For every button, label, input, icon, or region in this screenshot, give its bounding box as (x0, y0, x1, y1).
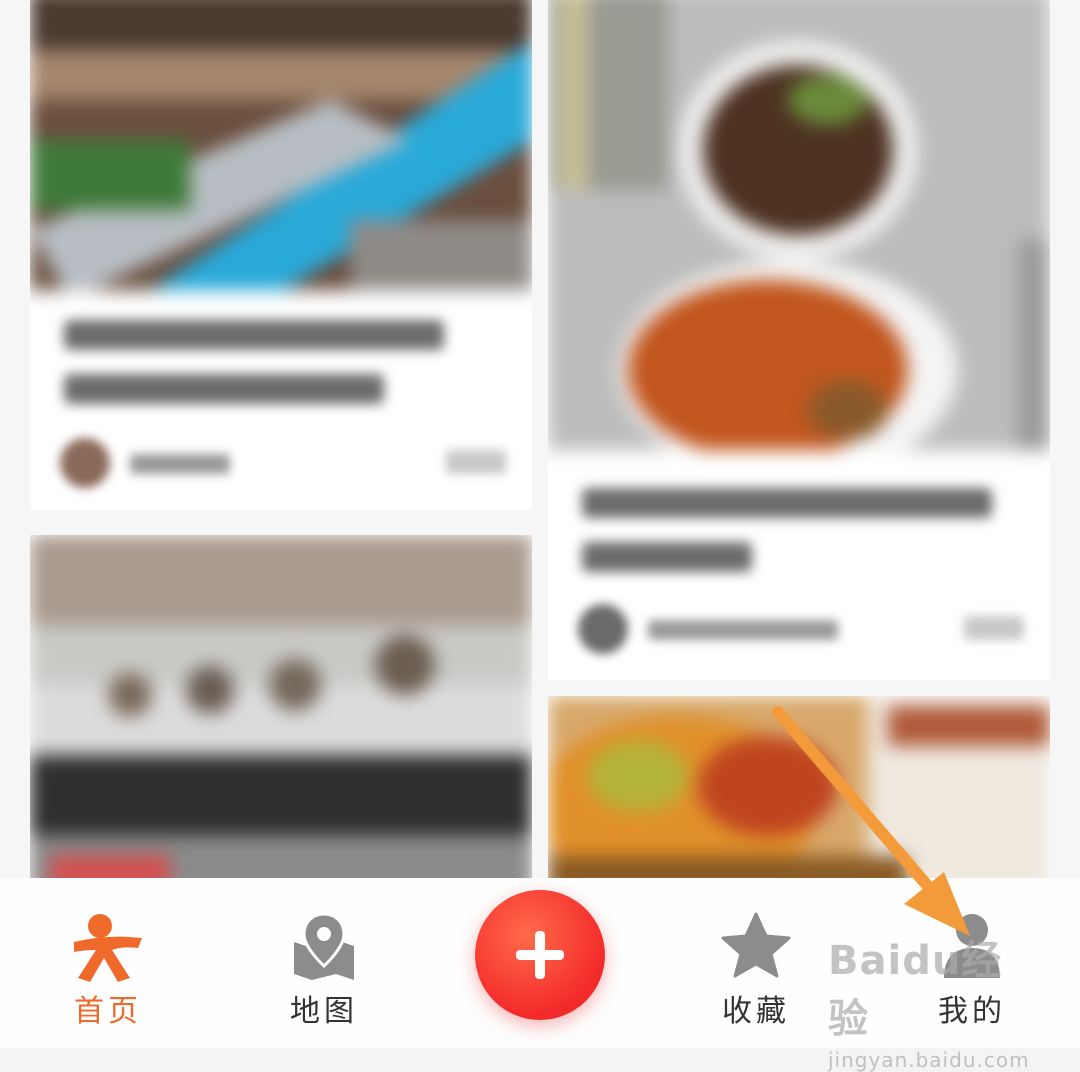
avatar (60, 438, 110, 488)
tab-favorites[interactable]: 收藏 (666, 878, 846, 1048)
watermark-url: jingyan.baidu.com (828, 1048, 1030, 1072)
feed-card[interactable] (30, 0, 532, 510)
tab-label: 我的 (938, 994, 1006, 1029)
tab-map[interactable]: 地图 (234, 878, 414, 1048)
avatar (578, 604, 628, 654)
card-image (548, 0, 1050, 450)
like-icon[interactable] (964, 616, 1024, 640)
plus-icon (516, 931, 564, 979)
add-post-button[interactable] (475, 890, 605, 1020)
tab-profile[interactable]: 我的 (882, 878, 1062, 1048)
tab-label: 收藏 (722, 994, 790, 1029)
map-pin-icon (292, 912, 356, 984)
card-author (60, 432, 506, 492)
like-icon[interactable] (446, 450, 506, 474)
feed-card[interactable] (548, 0, 1050, 680)
star-icon (721, 912, 791, 982)
tab-home[interactable]: 首页 (18, 878, 198, 1048)
card-image (30, 535, 532, 878)
user-icon (942, 912, 1002, 982)
person-logo-icon (70, 912, 146, 988)
feed-card[interactable] (548, 696, 1050, 878)
tab-label: 首页 (74, 994, 142, 1029)
tab-label: 地图 (290, 994, 358, 1029)
feed-card[interactable] (30, 535, 532, 878)
card-image (548, 696, 1050, 878)
card-author (578, 598, 1024, 658)
card-title (582, 488, 1020, 596)
feed-grid (0, 0, 1080, 878)
card-image (30, 0, 532, 290)
card-title (64, 320, 502, 428)
